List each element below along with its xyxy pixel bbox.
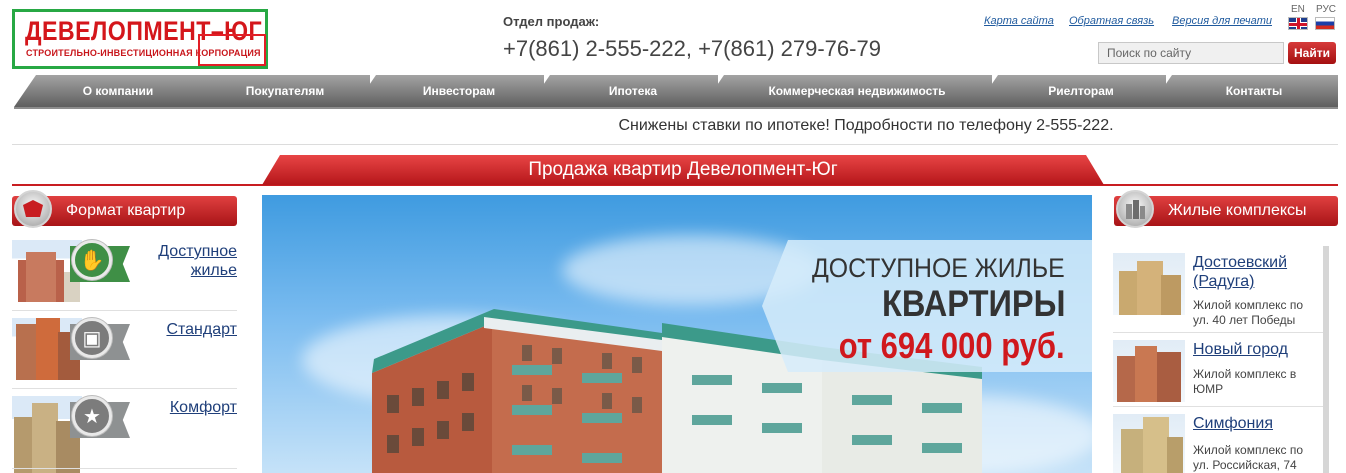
- main-nav: О компании Покупателям Инвесторам Ипотек…: [14, 75, 1338, 109]
- feedback-link[interactable]: Обратная связь: [1069, 15, 1154, 27]
- complex-description: Жилой комплекс по ул. Российская, 74: [1193, 443, 1304, 472]
- banner-price: от 694 000 руб.: [839, 325, 1065, 366]
- star-icon: ★: [72, 396, 112, 436]
- page: { "logo": { "title": "ДЕВЕЛОПМЕНТ–ЮГ", "…: [0, 0, 1346, 473]
- apartment-format-icon: [23, 200, 43, 217]
- thumbs-up-icon: ✋: [72, 240, 112, 280]
- complex-link-dostoevsky[interactable]: Достоевский (Радуга): [1193, 253, 1287, 291]
- search-input[interactable]: [1098, 42, 1284, 64]
- format-link-comfort[interactable]: Комфорт: [170, 398, 237, 417]
- sitemap-link[interactable]: Карта сайта: [984, 15, 1054, 27]
- nav-tab-contacts[interactable]: Контакты: [1150, 75, 1338, 107]
- complex-item-symphony[interactable]: Симфония Жилой комплекс по ул. Российска…: [1113, 414, 1318, 473]
- lang-ru-label[interactable]: РУС: [1316, 4, 1336, 15]
- complex-description: Жилой комплекс в ЮМР: [1193, 367, 1297, 396]
- scrollbar-thumb[interactable]: [1323, 246, 1329, 473]
- divider: [12, 144, 1338, 145]
- logo-highlight-box: [198, 34, 266, 66]
- complex-item-dostoevsky[interactable]: Достоевский (Радуга) Жилой комплекс по у…: [1113, 253, 1318, 331]
- nav-tab-about[interactable]: О компании: [14, 75, 202, 107]
- complex-list-scrollbar[interactable]: [1323, 246, 1329, 473]
- lang-en-label[interactable]: EN: [1291, 4, 1305, 15]
- complex-link-new-city[interactable]: Новый город: [1193, 340, 1288, 359]
- russia-flag-icon[interactable]: [1315, 17, 1335, 30]
- banner-line-2: КВАРТИРЫ: [881, 283, 1065, 324]
- list-divider: [12, 310, 237, 311]
- nav-tab-commercial[interactable]: Коммерческая недвижимость: [702, 75, 992, 107]
- banner-line-1: ДОСТУПНОЕ ЖИЛЬЕ: [812, 253, 1065, 283]
- promo-banner[interactable]: ДОСТУПНОЕ ЖИЛЬЕ КВАРТИРЫ от 694 000 руб.: [262, 195, 1092, 473]
- format-item-affordable[interactable]: ✋ Доступное жилье: [12, 240, 237, 304]
- complex-thumbnail: [1113, 414, 1185, 473]
- list-divider: [12, 388, 237, 389]
- complex-link-symphony[interactable]: Симфония: [1193, 414, 1273, 433]
- uk-flag-icon[interactable]: [1288, 17, 1308, 30]
- format-item-comfort[interactable]: ★ Комфорт: [12, 396, 237, 473]
- logo[interactable]: ДЕВЕЛОПМЕНТ–ЮГ СТРОИТЕЛЬНО-ИНВЕСТИЦИОННА…: [12, 9, 268, 69]
- page-title-text: Продажа квартир Девелопмент-Юг: [528, 159, 838, 180]
- nav-tab-mortgage[interactable]: Ипотека: [528, 75, 718, 107]
- list-divider: [12, 468, 237, 469]
- left-section-badge: [14, 190, 52, 228]
- briefcase-icon: ▣: [72, 318, 112, 358]
- search-button[interactable]: Найти: [1288, 42, 1336, 64]
- sales-phones: +7(861) 2-555-222, +7(861) 279-76-79: [503, 36, 881, 61]
- format-link-affordable[interactable]: Доступное жилье: [158, 242, 237, 280]
- right-section-badge: [1116, 190, 1154, 228]
- format-item-standard[interactable]: ▣ Стандарт: [12, 318, 237, 382]
- nav-tab-investors[interactable]: Инвесторам: [354, 75, 544, 107]
- complex-thumbnail: [1113, 340, 1185, 402]
- left-section-title: Формат квартир: [66, 202, 186, 219]
- right-section-title: Жилые комплексы: [1168, 202, 1307, 219]
- promo-text: Снижены ставки по ипотеке! Подробности п…: [618, 117, 1114, 134]
- buildings-icon: [1126, 200, 1145, 219]
- print-version-link[interactable]: Версия для печати: [1172, 15, 1272, 27]
- format-link-standard[interactable]: Стандарт: [166, 320, 237, 339]
- complex-thumbnail: [1113, 253, 1185, 315]
- list-divider: [1113, 406, 1323, 407]
- list-divider: [1113, 332, 1323, 333]
- complex-description: Жилой комплекс по ул. 40 лет Победы: [1193, 298, 1304, 327]
- nav-underline: [14, 107, 1338, 109]
- nav-tab-buyers[interactable]: Покупателям: [180, 75, 370, 107]
- sales-label: Отдел продаж:: [503, 14, 600, 29]
- page-title: Продажа квартир Девелопмент-Юг: [262, 155, 1104, 185]
- nav-tab-realtors[interactable]: Риелторам: [976, 75, 1166, 107]
